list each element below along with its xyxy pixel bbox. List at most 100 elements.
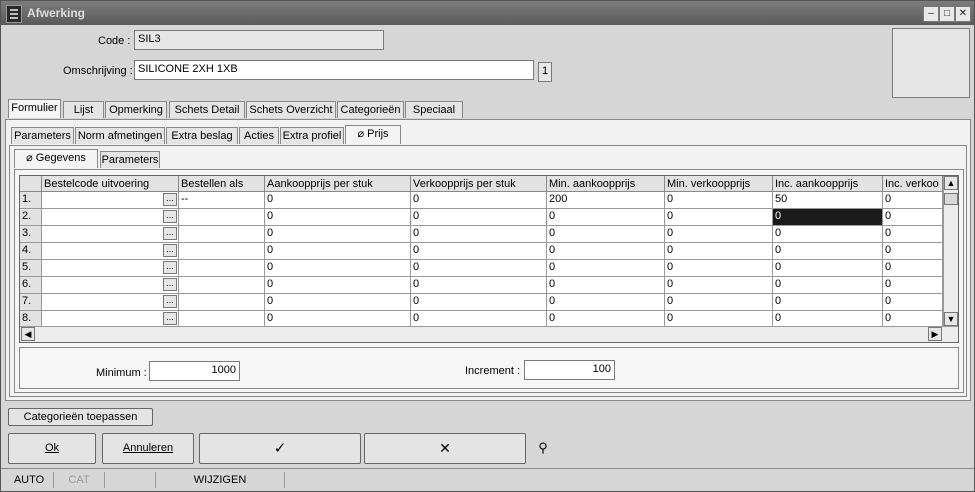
tab-formulier[interactable]: Formulier — [8, 99, 61, 118]
grid-cell[interactable]: 0 — [547, 209, 665, 226]
grid-cell[interactable]: ... — [42, 226, 179, 243]
grid-cell[interactable]: ... — [42, 243, 179, 260]
grid-vertical-scrollbar[interactable]: ▲ ▼ — [943, 176, 958, 326]
grid-cell[interactable]: 0 — [547, 294, 665, 311]
close-icon[interactable]: ✕ — [955, 6, 971, 22]
grid-cell[interactable]: 0 — [547, 226, 665, 243]
omschrijving-language-badge[interactable]: 1 — [538, 62, 552, 82]
grid-cell[interactable]: 0 — [265, 277, 411, 294]
tab-schets-detail[interactable]: Schets Detail — [169, 101, 245, 118]
grid-cell[interactable]: 0 — [773, 294, 883, 311]
grid-cell[interactable]: 0 — [665, 294, 773, 311]
tab-acties[interactable]: Acties — [239, 127, 279, 144]
grid-cell[interactable]: ... — [42, 294, 179, 311]
grid-cell[interactable]: 0 — [411, 209, 547, 226]
grid-cell[interactable]: -- — [179, 192, 265, 209]
price-grid[interactable]: Bestelcode uitvoering Bestellen als Aank… — [19, 175, 959, 343]
grid-cell[interactable]: ... — [42, 260, 179, 277]
grid-cell[interactable]: 0 — [665, 209, 773, 226]
ellipsis-button[interactable]: ... — [163, 210, 177, 223]
grid-cell[interactable]: 0 — [665, 260, 773, 277]
tab-opmerking[interactable]: Opmerking — [105, 101, 167, 118]
grid-cell[interactable]: 0 — [265, 192, 411, 209]
grid-cell[interactable]: 0 — [883, 260, 943, 277]
tab-extra-profiel[interactable]: Extra profiel — [280, 127, 344, 144]
grid-cell[interactable]: 0 — [411, 192, 547, 209]
grid-cell[interactable]: 0 — [665, 243, 773, 260]
tab-inner-parameters[interactable]: Parameters — [100, 151, 160, 168]
tab-norm-afmetingen[interactable]: Norm afmetingen — [75, 127, 165, 144]
row-number[interactable]: 3. — [20, 226, 42, 243]
grid-cell[interactable] — [179, 277, 265, 294]
col-header[interactable]: Min. verkoopprijs — [665, 176, 773, 192]
tab-categorieen[interactable]: Categorieën — [337, 101, 404, 118]
grid-cell[interactable]: 0 — [883, 277, 943, 294]
scroll-left-icon[interactable]: ◀ — [21, 327, 35, 341]
col-header[interactable]: Bestellen als — [179, 176, 265, 192]
grid-cell[interactable]: 0 — [665, 277, 773, 294]
minimum-field[interactable]: 1000 — [149, 361, 240, 381]
grid-cell[interactable]: 0 — [265, 260, 411, 277]
grid-cell[interactable] — [179, 209, 265, 226]
grid-cell[interactable]: 0 — [265, 209, 411, 226]
grid-cell[interactable]: 0 — [773, 226, 883, 243]
grid-cell[interactable]: 0 — [265, 243, 411, 260]
ok-button[interactable]: Ok — [8, 433, 96, 464]
row-number[interactable]: 5. — [20, 260, 42, 277]
tab-prijs[interactable]: ⌀ Prijs — [345, 125, 401, 144]
grid-cell[interactable] — [179, 294, 265, 311]
col-header[interactable]: Min. aankoopprijs — [547, 176, 665, 192]
col-header[interactable]: Bestelcode uitvoering — [42, 176, 179, 192]
grid-cell[interactable]: 0 — [773, 243, 883, 260]
grid-cell[interactable] — [179, 226, 265, 243]
cancel-x-button[interactable]: ✕ — [364, 433, 526, 464]
scroll-thumb[interactable] — [944, 193, 958, 205]
row-number[interactable]: 4. — [20, 243, 42, 260]
grid-cell[interactable]: 0 — [883, 209, 943, 226]
grid-cell[interactable]: 0 — [265, 294, 411, 311]
ellipsis-button[interactable]: ... — [163, 244, 177, 257]
grid-cell[interactable]: 0 — [411, 260, 547, 277]
tab-gegevens[interactable]: ⌀ Gegevens — [14, 149, 98, 168]
grid-cell[interactable]: 0 — [883, 294, 943, 311]
row-number[interactable]: 1. — [20, 192, 42, 209]
tab-speciaal[interactable]: Speciaal — [405, 101, 463, 118]
grid-cell[interactable]: 50 — [773, 192, 883, 209]
increment-field[interactable]: 100 — [524, 360, 615, 380]
grid-cell[interactable] — [179, 260, 265, 277]
grid-cell[interactable]: 0 — [883, 243, 943, 260]
tab-lijst[interactable]: Lijst — [63, 101, 104, 118]
grid-cell[interactable]: 0 — [411, 277, 547, 294]
row-number[interactable]: 7. — [20, 294, 42, 311]
grid-cell[interactable]: 0 — [665, 226, 773, 243]
tab-parameters[interactable]: Parameters — [11, 127, 74, 144]
grid-cell[interactable]: 0 — [773, 260, 883, 277]
grid-cell[interactable]: 0 — [411, 294, 547, 311]
grid-cell[interactable]: 0 — [547, 277, 665, 294]
grid-cell[interactable]: ... — [42, 209, 179, 226]
grid-cell[interactable]: 0 — [773, 209, 883, 226]
col-header[interactable]: Aankoopprijs per stuk — [265, 176, 411, 192]
row-number[interactable]: 6. — [20, 277, 42, 294]
grid-horizontal-scrollbar[interactable]: ◀ ▶ — [20, 326, 958, 342]
scroll-down-icon[interactable]: ▼ — [944, 312, 958, 326]
ellipsis-button[interactable]: ... — [163, 312, 177, 325]
grid-cell[interactable]: ... — [42, 192, 179, 209]
tab-schets-overzicht[interactable]: Schets Overzicht — [246, 101, 336, 118]
grid-cell[interactable]: 0 — [773, 277, 883, 294]
scroll-right-icon[interactable]: ▶ — [928, 327, 942, 341]
minimize-icon[interactable]: – — [923, 6, 939, 22]
grid-cell[interactable]: 0 — [665, 192, 773, 209]
annuleren-button[interactable]: Annuleren — [102, 433, 194, 464]
title-bar[interactable]: Afwerking – □ ✕ — [1, 1, 974, 25]
grid-cell[interactable]: 0 — [411, 243, 547, 260]
ellipsis-button[interactable]: ... — [163, 227, 177, 240]
ellipsis-button[interactable]: ... — [163, 193, 177, 206]
row-number[interactable]: 2. — [20, 209, 42, 226]
grid-cell[interactable] — [179, 243, 265, 260]
omschrijving-field[interactable]: SILICONE 2XH 1XB — [134, 60, 534, 80]
tab-extra-beslag[interactable]: Extra beslag — [166, 127, 238, 144]
col-header[interactable]: Verkoopprijs per stuk — [411, 176, 547, 192]
col-header[interactable]: Inc. verkoo — [883, 176, 943, 192]
grid-cell[interactable]: 0 — [547, 260, 665, 277]
